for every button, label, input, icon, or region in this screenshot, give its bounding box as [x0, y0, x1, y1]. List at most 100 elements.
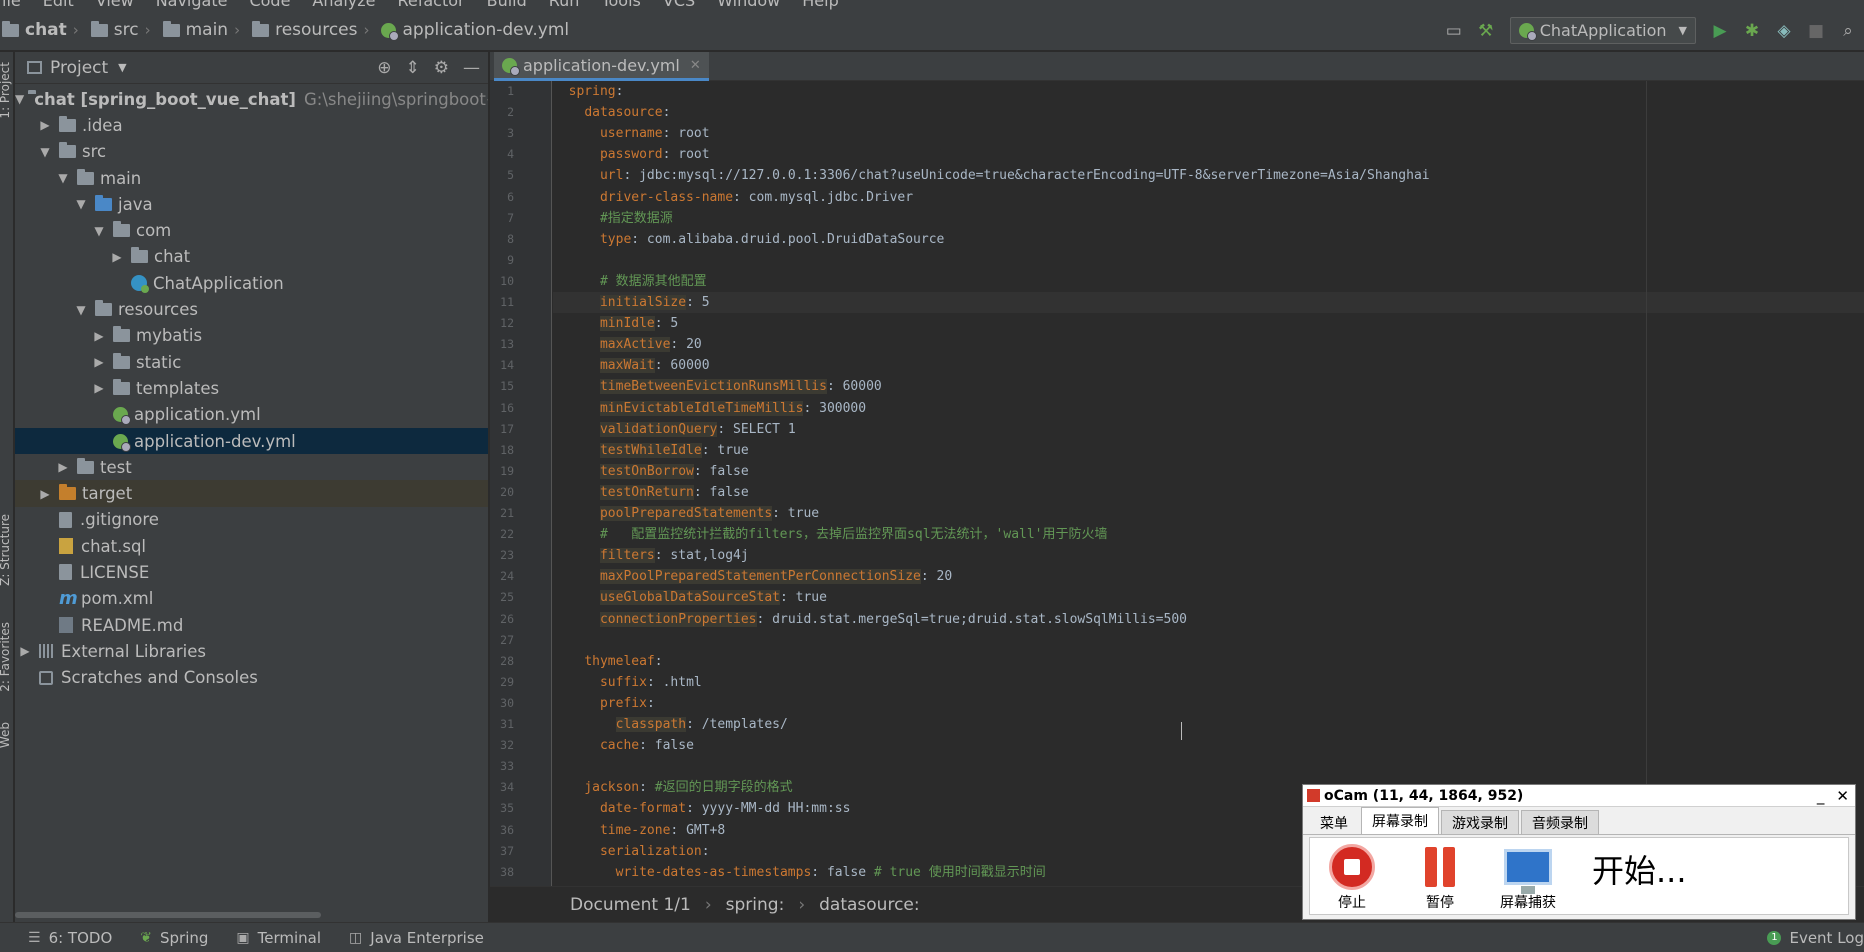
stop-icon[interactable]: ■ [1803, 18, 1829, 44]
tree-item-test[interactable]: ▶ test [15, 454, 488, 480]
menu-item[interactable]: View [96, 0, 134, 10]
run-config-select[interactable]: ChatApplication ▼ [1509, 17, 1696, 44]
breadcrumb-spring[interactable]: spring: [726, 895, 785, 915]
tree-item-license[interactable]: LICENSE [15, 559, 488, 585]
tree-item-chat-package[interactable]: ▶ chat [15, 244, 488, 270]
close-icon[interactable]: ✕ [1836, 787, 1849, 805]
menu-item[interactable]: Code [249, 0, 290, 10]
code-editor[interactable]: spring: datasource: username: root passw… [553, 81, 1864, 886]
web-tool-tab[interactable]: Web [0, 722, 12, 748]
expanded-arrow-icon[interactable]: ▼ [15, 92, 24, 106]
chevron-right-icon: › [704, 894, 712, 915]
run-icon[interactable]: ▶ [1707, 18, 1733, 44]
nav-crumb-project[interactable]: chat › [2, 20, 85, 40]
ocam-pause-button[interactable]: 暂停 [1400, 842, 1480, 912]
menu-item[interactable]: Refactor [397, 0, 464, 10]
minimize-icon[interactable]: — [463, 58, 480, 78]
tree-item-idea[interactable]: ▶ .idea [15, 112, 488, 138]
tree-item-gitignore[interactable]: .gitignore [15, 507, 488, 533]
close-icon[interactable]: ✕ [690, 58, 701, 73]
ocam-title: oCam (11, 44, 1864, 952) [1324, 787, 1524, 804]
collapse-icon[interactable]: ⇕ [406, 58, 420, 78]
tree-item-chatapplication[interactable]: ChatApplication [15, 270, 488, 296]
menu-item[interactable]: Navigate [156, 0, 228, 10]
menu-item[interactable]: VCS [663, 0, 695, 10]
project-tool-tab[interactable]: 1: Project [0, 62, 12, 119]
ocam-tab-game-record[interactable]: 游戏录制 [1441, 810, 1519, 834]
tree-item-templates[interactable]: ▶ templates [15, 375, 488, 401]
menu-item[interactable]: Tools [601, 0, 640, 10]
nav-crumb-resources[interactable]: resources › [252, 20, 375, 40]
nav-crumb-main[interactable]: main › [162, 20, 246, 40]
ocam-tab-menu[interactable]: 菜单 [1309, 810, 1359, 834]
todo-tool-button[interactable]: ☰ 6: TODO [28, 929, 112, 947]
breadcrumb-datasource[interactable]: datasource: [819, 895, 919, 915]
ocam-screen-capture-button[interactable]: 屏幕捕获 [1488, 842, 1568, 912]
collapsed-arrow-icon[interactable]: ▶ [89, 329, 109, 343]
expanded-arrow-icon[interactable]: ▼ [35, 145, 55, 159]
tree-item-application-yml[interactable]: application.yml [15, 402, 488, 428]
tree-item-java[interactable]: ▼ java [15, 191, 488, 217]
coverage-icon[interactable]: ◈ [1771, 18, 1797, 44]
build-hammer-icon[interactable]: ⚒ [1473, 18, 1499, 44]
tab-application-dev-yml[interactable]: application-dev.yml ✕ [494, 52, 709, 81]
locate-icon[interactable]: ⊕ [377, 58, 391, 78]
project-view-selector[interactable]: Project ▼ [27, 58, 127, 78]
document-indicator[interactable]: Document 1/1 [570, 895, 691, 915]
menu-item[interactable]: Analyze [312, 0, 375, 10]
tree-item-resources[interactable]: ▼ resources [15, 296, 488, 322]
menu-item[interactable]: Window [717, 0, 780, 10]
collapsed-arrow-icon[interactable]: ▶ [107, 250, 127, 264]
nav-crumb-file[interactable]: application-dev.yml [381, 20, 569, 41]
terminal-tool-button[interactable]: ▣ Terminal [236, 929, 321, 947]
structure-tool-tab[interactable]: Z: Structure [0, 514, 12, 586]
menu-item[interactable]: Build [487, 0, 527, 10]
menu-item[interactable]: Run [549, 0, 580, 10]
tree-item-external-libraries[interactable]: ▶ External Libraries [15, 638, 488, 664]
ocam-tab-screen-record[interactable]: 屏幕录制 [1361, 807, 1439, 834]
collapsed-arrow-icon[interactable]: ▶ [53, 460, 73, 474]
favorites-tool-tab[interactable]: 2: Favorites [0, 622, 12, 692]
gear-icon[interactable]: ⚙ [434, 58, 449, 78]
collapsed-arrow-icon[interactable]: ▶ [35, 487, 55, 501]
tree-item-chat-sql[interactable]: chat.sql [15, 533, 488, 559]
tree-item-chat[interactable]: ▼ chat [spring_boot_vue_chat] G:\shejiin… [15, 86, 488, 112]
line-number: 34 [500, 780, 514, 795]
ocam-window: oCam (11, 44, 1864, 952) _ ✕ 菜单 屏幕录制 游戏录… [1302, 784, 1856, 920]
debug-icon[interactable]: ✱ [1739, 18, 1765, 44]
event-log-button[interactable]: 1 Event Log [1767, 923, 1864, 952]
search-icon[interactable]: ⌕ [1835, 18, 1861, 44]
menu-item[interactable]: ile [2, 0, 21, 10]
ocam-stop-button[interactable]: 停止 [1312, 842, 1392, 912]
expanded-arrow-icon[interactable]: ▼ [71, 197, 91, 211]
collapsed-arrow-icon[interactable]: ▶ [15, 644, 35, 658]
text-file-icon [59, 511, 72, 528]
expanded-arrow-icon[interactable]: ▼ [53, 171, 73, 185]
tree-item-target[interactable]: ▶ target [15, 480, 488, 507]
menu-item[interactable]: Edit [43, 0, 74, 10]
ocam-tab-audio-record[interactable]: 音频录制 [1521, 810, 1599, 834]
horizontal-scrollbar[interactable] [15, 912, 321, 918]
collapsed-arrow-icon[interactable]: ▶ [35, 118, 55, 132]
collapsed-arrow-icon[interactable]: ▶ [89, 381, 109, 395]
terminal-icon: ▣ [236, 929, 250, 946]
expanded-arrow-icon[interactable]: ▼ [89, 224, 109, 238]
menu-item[interactable]: Help [802, 0, 838, 10]
tree-item-main[interactable]: ▼ main [15, 165, 488, 191]
java-enterprise-tool-button[interactable]: ◫ Java Enterprise [349, 929, 484, 947]
nav-crumb-src[interactable]: src › [90, 20, 157, 40]
tree-item-com[interactable]: ▼ com [15, 217, 488, 243]
tree-item-mybatis[interactable]: ▶ mybatis [15, 323, 488, 349]
expanded-arrow-icon[interactable]: ▼ [71, 303, 91, 317]
project-structure-icon[interactable]: ▭ [1441, 18, 1467, 44]
tree-item-src[interactable]: ▼ src [15, 139, 488, 165]
minimize-icon[interactable]: _ [1817, 787, 1825, 805]
tree-item-scratches[interactable]: Scratches and Consoles [15, 665, 488, 691]
collapsed-arrow-icon[interactable]: ▶ [89, 355, 109, 369]
tree-item-readme[interactable]: README.md [15, 612, 488, 638]
tree-item-application-dev-yml[interactable]: application-dev.yml [15, 427, 488, 455]
tree-item-static[interactable]: ▶ static [15, 349, 488, 375]
ocam-titlebar[interactable]: oCam (11, 44, 1864, 952) _ ✕ [1303, 785, 1855, 807]
tree-item-pom[interactable]: m pom.xml [15, 586, 488, 612]
spring-tool-button[interactable]: ❦ Spring [140, 929, 208, 947]
